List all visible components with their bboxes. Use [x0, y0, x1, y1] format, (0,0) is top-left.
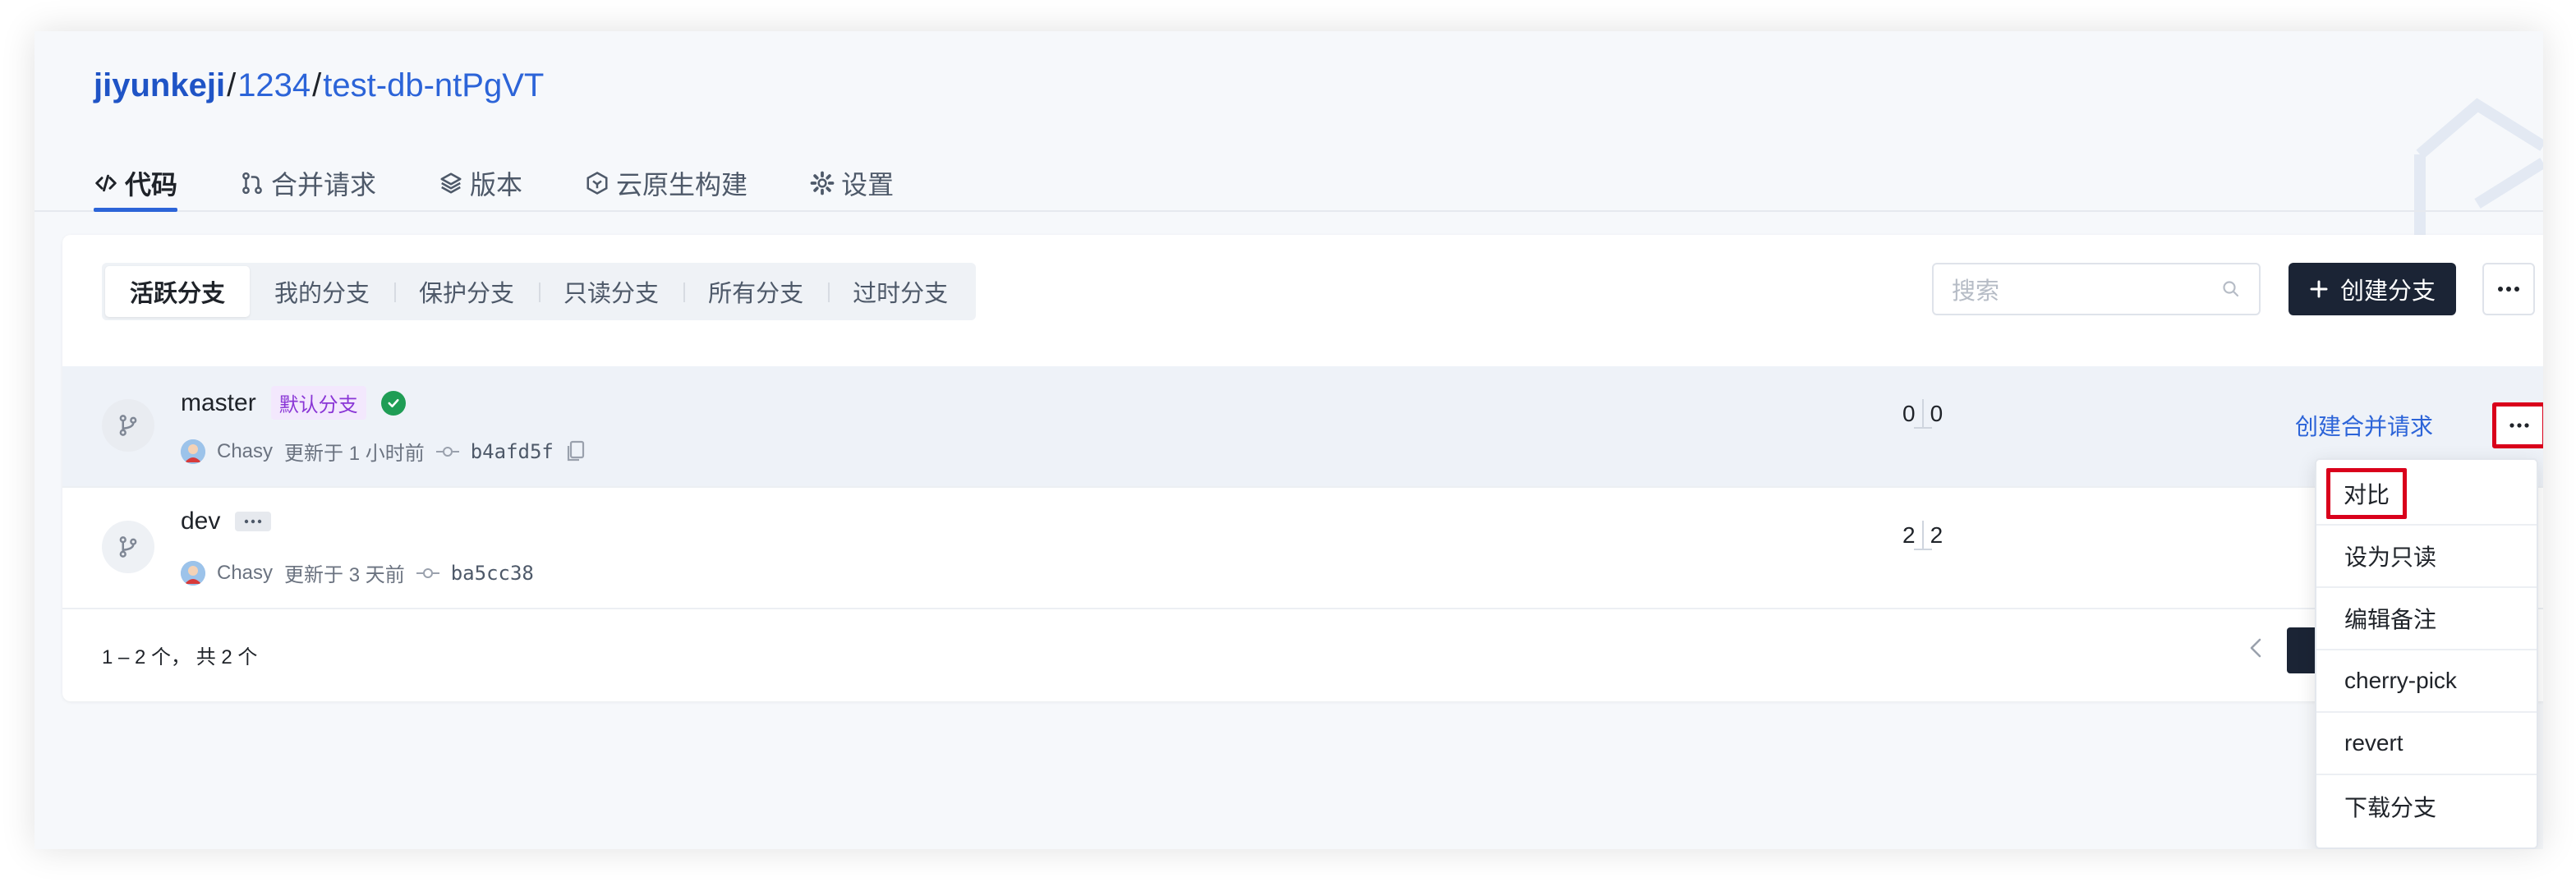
- behind-count: 2: [1902, 522, 1916, 548]
- search-icon: [2223, 281, 2239, 297]
- ahead-count: 0: [1930, 401, 1944, 426]
- branch-actions-dropdown: 对比 设为只读 编辑备注 cherry-pick revert 下载分支: [2315, 458, 2538, 849]
- code-icon: [95, 174, 117, 192]
- repo-header: jiyunkeji / 1234 / test-db-ntPgVT 代码 合并请…: [34, 31, 2543, 212]
- check-circle-icon: [380, 390, 406, 416]
- tab-label: 版本: [470, 170, 523, 200]
- menu-item-download-branch[interactable]: 下载分支: [2316, 775, 2537, 838]
- avatar: [181, 560, 205, 586]
- menu-item-label: cherry-pick: [2344, 668, 2457, 693]
- tab-code[interactable]: 代码: [94, 154, 178, 212]
- breadcrumb-owner[interactable]: jiyunkeji: [94, 67, 225, 104]
- branch-filter-group: 活跃分支 我的分支 保护分支 只读分支 所有分支 过时分支: [102, 263, 977, 320]
- branch-name-text[interactable]: dev: [181, 508, 220, 535]
- filter-all-branches[interactable]: 所有分支: [683, 266, 828, 317]
- commit-hash[interactable]: ba5cc38: [451, 562, 534, 585]
- menu-item-revert[interactable]: revert: [2316, 713, 2537, 775]
- filter-readonly-branches[interactable]: 只读分支: [539, 266, 683, 317]
- tab-settings[interactable]: 设置: [810, 154, 894, 212]
- breadcrumb-repo[interactable]: test-db-ntPgVT: [323, 67, 544, 104]
- branch-row-dev[interactable]: dev Chasy 更新于 3 天前 ba5cc38 2 2: [62, 488, 2543, 609]
- create-merge-request-link[interactable]: 创建合并请求: [2295, 409, 2433, 442]
- tab-label: 设置: [841, 170, 895, 200]
- avatar: [181, 439, 205, 464]
- breadcrumb-group[interactable]: 1234: [237, 67, 310, 104]
- ahead-behind-divider: [1913, 521, 1932, 550]
- behind-count: 0: [1902, 401, 1916, 426]
- menu-item-label: revert: [2344, 730, 2404, 756]
- ahead-count: 2: [1930, 522, 1944, 548]
- branch-row-master[interactable]: master 默认分支 Chasy 更新于 1 小时前 b4afd5f 0 0: [62, 366, 2543, 488]
- tab-merge-requests[interactable]: 合并请求: [240, 154, 376, 212]
- branch-name: dev: [181, 508, 272, 535]
- breadcrumb-separator: /: [312, 67, 322, 103]
- copy-icon[interactable]: [565, 440, 586, 463]
- cloud-build-icon: [586, 172, 608, 195]
- row-more-button[interactable]: [2492, 402, 2543, 448]
- layers-icon: [440, 172, 462, 194]
- repo-tabs: 代码 合并请求 版本 云原生构建 设置: [94, 154, 894, 212]
- commit-icon: [416, 567, 439, 578]
- tab-label: 代码: [125, 170, 178, 200]
- ellipsis-icon: [2509, 423, 2529, 428]
- filter-stale-branches[interactable]: 过时分支: [828, 266, 973, 317]
- menu-item-cherry-pick[interactable]: cherry-pick: [2316, 650, 2537, 713]
- branch-name-text[interactable]: master: [181, 389, 256, 417]
- create-branch-button[interactable]: 创建分支: [2288, 263, 2456, 315]
- search-input[interactable]: 搜索: [1932, 263, 2261, 315]
- menu-item-label: 下载分支: [2344, 795, 2437, 820]
- ahead-behind: 0 0: [1902, 399, 1943, 429]
- branch-note-ellipsis-icon[interactable]: [235, 512, 272, 531]
- menu-item-set-readonly[interactable]: 设为只读: [2316, 526, 2537, 588]
- tab-label: 合并请求: [271, 170, 377, 200]
- menu-item-label: 编辑备注: [2344, 607, 2437, 632]
- chevron-left-icon[interactable]: [2247, 637, 2264, 665]
- default-branch-badge: 默认分支: [270, 386, 366, 420]
- menu-item-edit-note[interactable]: 编辑备注: [2316, 588, 2537, 650]
- menu-item-label: 设为只读: [2344, 544, 2437, 570]
- author-name[interactable]: Chasy: [217, 562, 273, 585]
- app-window: jiyunkeji / 1234 / test-db-ntPgVT 代码 合并请…: [34, 31, 2543, 849]
- breadcrumb-separator: /: [227, 67, 237, 103]
- tab-label: 云原生构建: [616, 170, 748, 200]
- branch-meta: Chasy 更新于 1 小时前 b4afd5f: [181, 437, 586, 466]
- plus-icon: [2310, 280, 2328, 298]
- menu-item-label: 对比: [2326, 468, 2408, 519]
- more-options-button[interactable]: [2482, 263, 2535, 315]
- commit-icon: [435, 446, 459, 457]
- commit-hash[interactable]: b4afd5f: [471, 440, 554, 463]
- updated-time: 更新于 3 天前: [284, 564, 405, 586]
- create-branch-label: 创建分支: [2339, 278, 2436, 305]
- ahead-behind-divider: [1913, 399, 1932, 429]
- filter-protected-branches[interactable]: 保护分支: [394, 266, 539, 317]
- filter-active-branches[interactable]: 活跃分支: [105, 266, 251, 317]
- branch-meta: Chasy 更新于 3 天前 ba5cc38: [181, 558, 534, 587]
- ellipsis-icon: [2498, 287, 2519, 292]
- menu-item-compare[interactable]: 对比: [2316, 463, 2537, 526]
- branch-name: master 默认分支: [181, 386, 406, 420]
- breadcrumb: jiyunkeji / 1234 / test-db-ntPgVT: [94, 67, 544, 104]
- branches-card: 活跃分支 我的分支 保护分支 只读分支 所有分支 过时分支 搜索 创建分支 ma…: [62, 235, 2543, 701]
- search-placeholder: 搜索: [1952, 278, 2000, 305]
- merge-request-icon: [242, 172, 262, 195]
- updated-time: 更新于 1 小时前: [284, 443, 425, 465]
- pagination-count: 1 – 2 个， 共 2 个: [102, 646, 258, 668]
- author-name[interactable]: Chasy: [217, 440, 273, 463]
- branch-icon: [102, 521, 154, 573]
- branch-icon: [102, 399, 154, 452]
- filter-my-branches[interactable]: 我的分支: [250, 266, 394, 317]
- tab-cloud-build[interactable]: 云原生构建: [585, 154, 748, 212]
- tab-releases[interactable]: 版本: [439, 154, 522, 212]
- ahead-behind: 2 2: [1902, 521, 1943, 550]
- gear-icon: [810, 171, 835, 195]
